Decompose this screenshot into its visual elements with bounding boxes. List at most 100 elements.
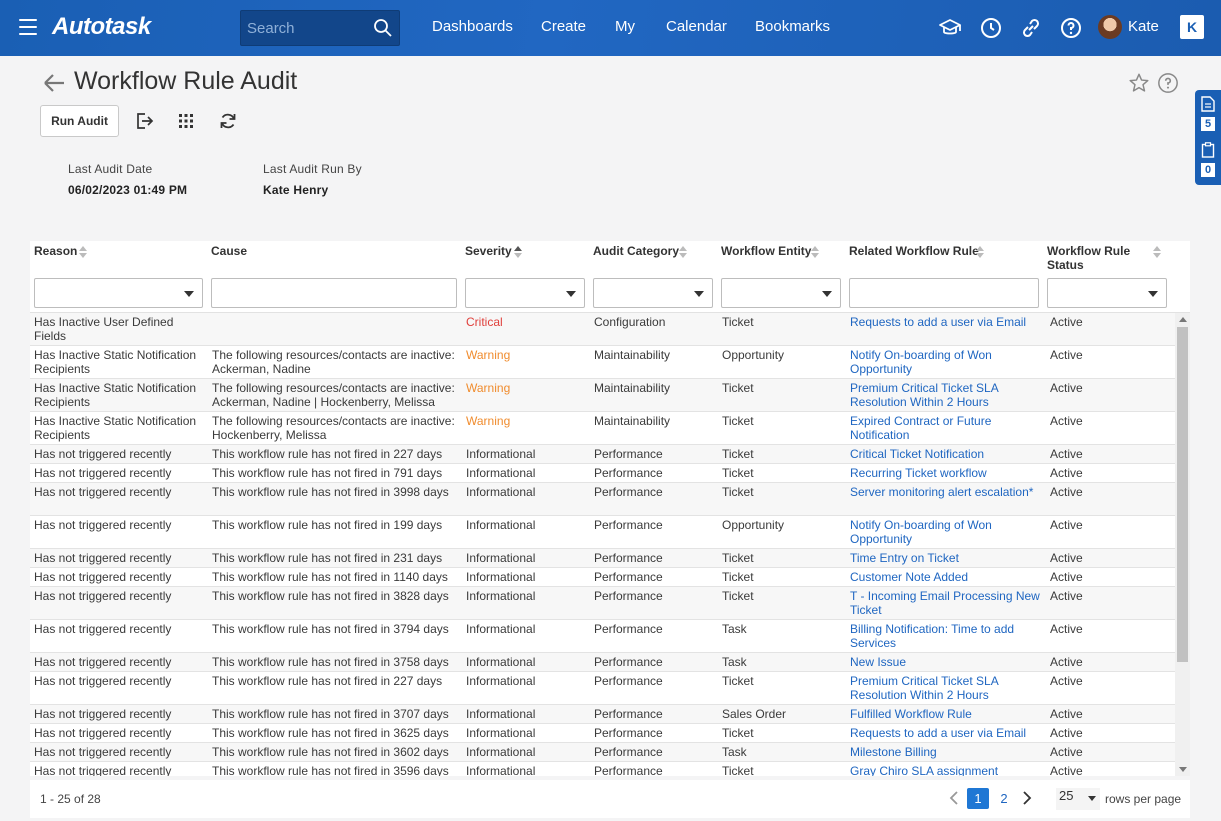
link-icon[interactable] [1019,16,1043,40]
table-row[interactable]: Has not triggered recently This workflow … [30,653,1175,672]
cell-related-workflow-rule-link[interactable]: Server monitoring alert escalation* [850,485,1045,499]
sort-icon[interactable] [811,245,819,259]
top-navigation-bar: Autotask Dashboards Create My Calendar B… [0,0,1221,56]
scroll-down-arrow-icon[interactable] [1179,767,1187,772]
cell-related-workflow-rule-link[interactable]: Gray Chiro SLA assignment [850,764,1045,776]
cell-reason: Has not triggered recently [34,551,172,565]
cell-related-workflow-rule-link[interactable]: Milestone Billing [850,745,1045,759]
column-header-workflow-rule-status[interactable]: Workflow Rule Status [1047,244,1130,272]
export-icon[interactable] [134,111,154,131]
user-avatar[interactable] [1098,15,1122,39]
cell-related-workflow-rule-link[interactable]: Requests to add a user via Email [850,315,1045,329]
scroll-up-arrow-icon[interactable] [1179,317,1187,322]
cell-related-workflow-rule-link[interactable]: Premium Critical Ticket SLA Resolution W… [850,381,1045,409]
cell-related-workflow-rule-link[interactable]: Notify On-boarding of Won Opportunity [850,518,1045,546]
cell-workflow-entity: Ticket [722,485,754,499]
nav-bookmarks[interactable]: Bookmarks [755,18,830,35]
help-icon[interactable] [1059,16,1083,40]
table-row[interactable]: Has not triggered recently This workflow … [30,549,1175,568]
previous-page-icon[interactable] [947,790,961,806]
table-row[interactable]: Has not triggered recently This workflow … [30,762,1175,776]
clipboard-icon[interactable] [1201,142,1215,158]
table-row[interactable]: Has not triggered recently This workflow … [30,516,1175,549]
sort-icon[interactable] [1153,245,1161,259]
cell-related-workflow-rule-link[interactable]: Notify On-boarding of Won Opportunity [850,348,1045,376]
cell-workflow-rule-status: Active [1050,348,1083,362]
filter-cause-input[interactable] [211,278,457,308]
page-1-button[interactable]: 1 [967,788,989,809]
table-row[interactable]: Has not triggered recently This workflow … [30,724,1175,743]
table-row[interactable]: Has not triggered recently This workflow … [30,705,1175,724]
sort-icon[interactable] [79,245,87,259]
nav-create[interactable]: Create [541,18,586,35]
cell-related-workflow-rule-link[interactable]: Billing Notification: Time to add Servic… [850,622,1045,650]
cell-related-workflow-rule-link[interactable]: T - Incoming Email Processing New Ticket [850,589,1045,617]
sort-icon[interactable] [976,245,984,259]
clock-icon[interactable] [979,16,1003,40]
cell-cause: This workflow rule has not fired in 3758… [212,655,449,669]
table-row[interactable]: Has not triggered recently This workflow … [30,445,1175,464]
table-row[interactable]: Has not triggered recently This workflow … [30,672,1175,705]
cell-related-workflow-rule-link[interactable]: Customer Note Added [850,570,1045,584]
table-row[interactable]: Has not triggered recently This workflow … [30,587,1175,620]
column-header-audit-category[interactable]: Audit Category [593,244,679,258]
kaseya-badge-icon[interactable]: K [1180,15,1204,39]
cell-related-workflow-rule-link[interactable]: Fulfilled Workflow Rule [850,707,1045,721]
last-audit-run-by-label: Last Audit Run By [263,162,362,176]
cell-audit-category: Performance [594,622,663,636]
menu-icon[interactable] [19,19,37,35]
search-icon[interactable] [373,18,393,38]
document-icon[interactable] [1201,96,1215,112]
cell-workflow-rule-status: Active [1050,745,1083,759]
column-header-severity[interactable]: Severity [465,244,512,258]
table-row[interactable]: Has not triggered recently This workflow … [30,483,1175,516]
scroll-thumb[interactable] [1177,327,1188,662]
page-2-button[interactable]: 2 [993,788,1015,809]
filter-related-workflow-rule-input[interactable] [849,278,1039,308]
table-row[interactable]: Has not triggered recently This workflow … [30,464,1175,483]
table-row[interactable]: Has not triggered recently This workflow … [30,568,1175,587]
cell-reason: Has Inactive User Defined Fields [34,315,174,343]
cell-related-workflow-rule-link[interactable]: Recurring Ticket workflow [850,466,1045,480]
next-page-icon[interactable] [1020,790,1034,806]
column-header-reason[interactable]: Reason [34,244,77,258]
table-row[interactable]: Has Inactive Static Notification Recipie… [30,412,1175,445]
nav-my[interactable]: My [615,18,635,35]
table-row[interactable]: Has Inactive Static Notification Recipie… [30,379,1175,412]
filter-severity-dropdown[interactable] [465,278,585,308]
autotask-logo[interactable]: Autotask [52,13,151,41]
table-row[interactable]: Has Inactive Static Notification Recipie… [30,346,1175,379]
column-header-workflow-entity[interactable]: Workflow Entity [721,244,811,258]
filter-workflow-entity-dropdown[interactable] [721,278,841,308]
nav-calendar[interactable]: Calendar [666,18,727,35]
cell-related-workflow-rule-link[interactable]: Expired Contract or Future Notification [850,414,1045,442]
column-chooser-grid-icon[interactable] [176,111,196,131]
table-row[interactable]: Has Inactive User Defined Fields Critical… [30,313,1175,346]
cell-related-workflow-rule-link[interactable]: Critical Ticket Notification [850,447,1045,461]
back-arrow-icon[interactable] [42,72,66,94]
user-name[interactable]: Kate [1128,18,1159,35]
graduation-cap-icon[interactable] [938,16,962,40]
column-header-related-workflow-rule[interactable]: Related Workflow Rule [849,244,979,258]
table-row[interactable]: Has not triggered recently This workflow … [30,620,1175,653]
global-search[interactable] [240,10,400,46]
column-header-cause[interactable]: Cause [211,244,247,258]
filter-workflow-rule-status-dropdown[interactable] [1047,278,1167,308]
refresh-icon[interactable] [218,111,238,131]
nav-dashboards[interactable]: Dashboards [432,18,513,35]
page-help-icon[interactable] [1157,72,1179,94]
star-icon[interactable] [1128,72,1150,94]
cell-related-workflow-rule-link[interactable]: Time Entry on Ticket [850,551,1045,565]
filter-reason-dropdown[interactable] [34,278,203,308]
table-row[interactable]: Has not triggered recently This workflow … [30,743,1175,762]
cell-related-workflow-rule-link[interactable]: Requests to add a user via Email [850,726,1045,740]
run-audit-button[interactable]: Run Audit [40,105,119,137]
search-input[interactable] [241,11,371,45]
sort-ascending-icon[interactable] [514,245,522,259]
rows-per-page-select[interactable]: 25 [1056,788,1100,810]
cell-related-workflow-rule-link[interactable]: New Issue [850,655,1045,669]
filter-audit-category-dropdown[interactable] [593,278,713,308]
sort-icon[interactable] [679,245,687,259]
cell-related-workflow-rule-link[interactable]: Premium Critical Ticket SLA Resolution W… [850,674,1045,702]
grid-scrollbar[interactable] [1175,313,1190,776]
